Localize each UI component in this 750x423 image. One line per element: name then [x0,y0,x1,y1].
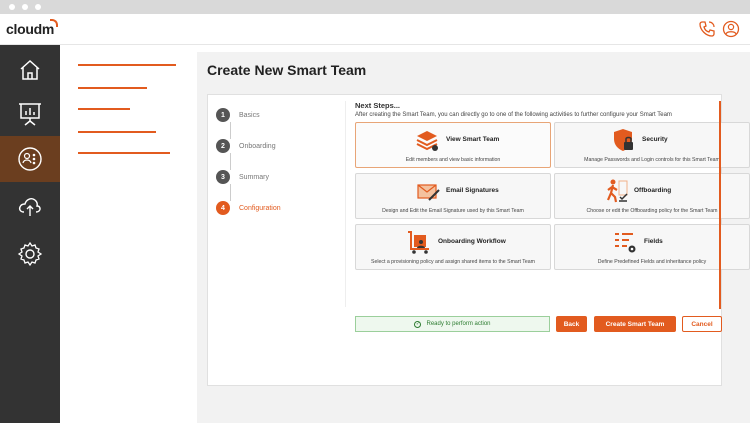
step-summary[interactable]: 3 Summary [216,170,269,184]
sidebar-item-home[interactable] [0,47,60,93]
menu-item[interactable] [78,131,156,133]
luggage-cart-icon [408,231,429,254]
tile-description: Select a provisioning policy and assign … [371,259,535,265]
step-number: 1 [216,108,230,122]
step-connector [230,153,231,170]
next-steps-title: Next Steps... [355,101,401,110]
envelope-pen-icon [417,184,440,201]
list-gear-icon [615,233,636,253]
back-button[interactable]: Back [556,316,587,332]
tile-title: Security [642,136,668,143]
shield-lock-icon [614,129,633,151]
tile-view-smart-team[interactable]: View Smart Team Edit members and view ba… [355,122,551,168]
layers-icon [416,131,438,151]
tile-description: Design and Edit the Email Signature used… [382,208,524,214]
create-smart-team-button[interactable]: Create Smart Team [594,316,676,332]
scrollbar[interactable] [719,101,721,309]
menu-item[interactable] [78,152,170,154]
tile-title: Fields [644,238,663,245]
presentation-icon [19,103,41,126]
cloud-upload-icon [18,198,41,216]
window-dot[interactable] [35,4,41,10]
tile-title: Email Signatures [446,187,499,194]
sidebar-item-upload[interactable] [0,183,60,229]
cancel-button[interactable]: Cancel [682,316,722,332]
step-number: 4 [216,201,230,215]
next-steps-description: After creating the Smart Team, you can d… [355,112,672,118]
step-connector [230,122,231,139]
sidebar-item-teams[interactable] [0,136,60,182]
logo[interactable]: cloudm [6,19,58,37]
window-chrome [0,0,750,14]
step-label: Basics [239,111,260,119]
tile-description: Edit members and view basic information [405,157,501,163]
status-text: Ready to perform action [426,321,491,327]
secondary-menu [60,45,197,423]
step-basics[interactable]: 1 Basics [216,108,260,122]
sidebar-item-settings[interactable] [0,231,60,277]
top-bar: cloudm [0,14,750,45]
tile-email-signatures[interactable]: Email Signatures Design and Edit the Ema… [355,173,551,219]
tile-title: Onboarding Workflow [438,238,506,245]
window-dot[interactable] [22,4,28,10]
step-label: Summary [239,173,269,181]
home-icon [20,59,40,80]
step-connector [230,184,231,201]
window-dot[interactable] [9,4,15,10]
menu-item[interactable] [78,87,147,89]
main-content: Create New Smart Team 1 Basics 2 Onboard… [197,52,750,423]
menu-item[interactable] [78,64,176,66]
step-number: 3 [216,170,230,184]
divider [345,101,346,307]
page-title: Create New Smart Team [207,62,367,78]
step-number: 2 [216,139,230,153]
wizard-card: 1 Basics 2 Onboarding 3 Summary 4 Config… [207,94,750,386]
tile-title: Offboarding [634,187,672,194]
gear-icon [17,241,43,267]
tile-title: View Smart Team [446,136,500,143]
user-icon[interactable] [722,20,740,38]
step-configuration[interactable]: 4 Configuration [216,201,281,215]
menu-item[interactable] [78,108,130,110]
step-onboarding[interactable]: 2 Onboarding [216,139,276,153]
sidebar [0,45,60,423]
tile-onboarding-workflow[interactable]: Onboarding Workflow Select a provisionin… [355,224,551,270]
sidebar-item-reports[interactable] [0,91,60,137]
team-icon [18,147,42,171]
phone-icon[interactable] [698,20,716,38]
check-circle-icon: ✓ [414,320,422,328]
status-message: ✓ Ready to perform action [355,316,550,332]
step-label: Onboarding [239,142,276,150]
walking-person-icon [606,179,628,203]
step-label: Configuration [239,204,281,212]
